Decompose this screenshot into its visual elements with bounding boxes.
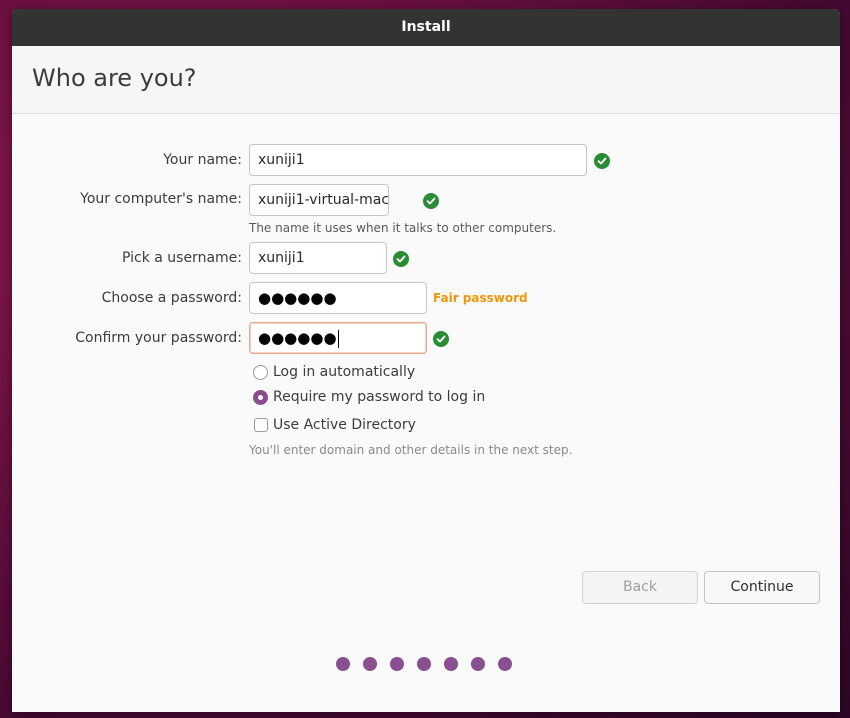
check-circle-icon [393, 251, 409, 267]
computer-name-label: Your computer's name: [80, 191, 242, 207]
username-input[interactable]: xuniji1 [249, 242, 387, 274]
password-strength-label: Fair password [433, 291, 528, 305]
your-name-label: Your name: [163, 152, 242, 168]
your-name-input[interactable]: xuniji1 [249, 144, 587, 176]
continue-button[interactable]: Continue [704, 571, 820, 604]
password-input[interactable]: ●●●●●● [249, 282, 427, 314]
page-title: Who are you? [32, 64, 197, 92]
active-directory-label[interactable]: Use Active Directory [273, 417, 416, 433]
password-label: Choose a password: [101, 290, 242, 306]
active-directory-checkbox[interactable] [254, 418, 268, 432]
text-caret [337, 330, 339, 348]
confirm-password-masked-value: ●●●●●● [258, 329, 337, 347]
confirm-password-label: Confirm your password: [75, 330, 242, 346]
computer-name-hint: The name it uses when it talks to other … [249, 221, 557, 235]
progress-dot [498, 657, 512, 671]
check-circle-icon [594, 153, 610, 169]
check-circle-icon [433, 331, 449, 347]
require-password-radio[interactable] [253, 390, 268, 405]
window-title: Install [401, 19, 451, 35]
progress-dot [390, 657, 404, 671]
active-directory-hint: You'll enter domain and other details in… [249, 443, 573, 457]
computer-name-input[interactable]: xuniji1-virtual-machine [249, 184, 389, 216]
confirm-password-input[interactable]: ●●●●●● [249, 322, 427, 354]
progress-dot [444, 657, 458, 671]
window-titlebar: Install [12, 9, 840, 46]
progress-dot [363, 657, 377, 671]
login-automatically-label[interactable]: Log in automatically [273, 364, 415, 380]
progress-indicator [336, 657, 512, 671]
progress-dot [417, 657, 431, 671]
progress-dot [471, 657, 485, 671]
installer-window: Install Who are you? Your name: xuniji1 … [12, 9, 840, 712]
username-label: Pick a username: [121, 250, 242, 266]
page-header: Who are you? [12, 46, 840, 114]
who-are-you-form: Your name: xuniji1 Your computer's name:… [12, 114, 840, 712]
require-password-label[interactable]: Require my password to log in [273, 389, 485, 405]
back-button[interactable]: Back [582, 571, 698, 604]
login-automatically-radio[interactable] [253, 365, 268, 380]
check-circle-icon [423, 193, 439, 209]
progress-dot [336, 657, 350, 671]
password-masked-value: ●●●●●● [258, 289, 337, 307]
